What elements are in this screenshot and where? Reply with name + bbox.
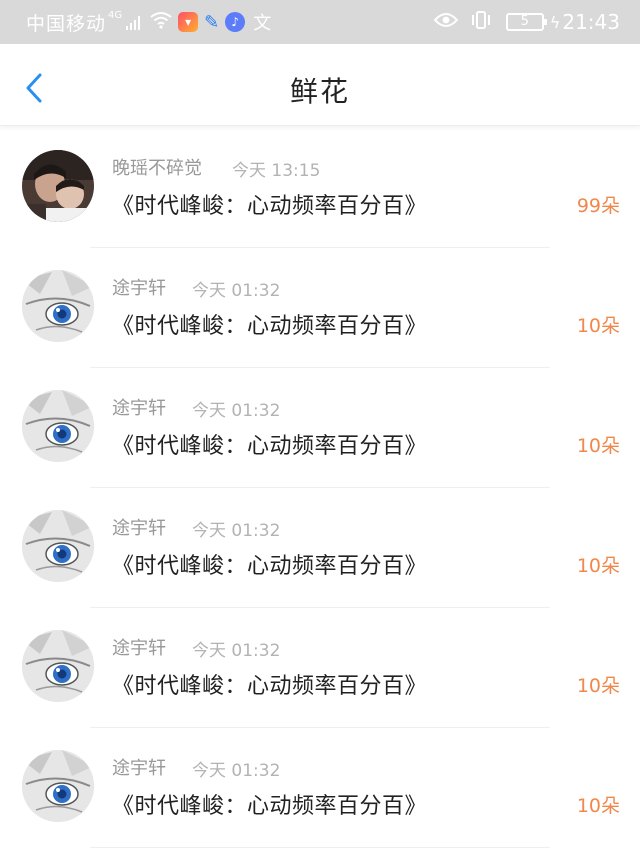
user-name: 途宇轩 — [112, 518, 166, 539]
screen: 中国移动 4G ▾ ✎ ♪ 文 5 ϟ 21:43 鲜花 晚瑶不碎觉 今天 13… — [0, 0, 640, 848]
flower-count: 10朵 — [576, 435, 620, 457]
avatar[interactable] — [22, 750, 94, 822]
flower-count: 99朵 — [576, 195, 620, 217]
status-bar: 中国移动 4G ▾ ✎ ♪ 文 5 ϟ 21:43 — [0, 0, 640, 44]
flower-count: 10朵 — [576, 315, 620, 337]
user-name: 途宇轩 — [112, 398, 166, 419]
timestamp: 今天 01:32 — [192, 521, 281, 541]
list-item[interactable]: 途宇轩 今天 01:32 《时代峰峻：心动频率百分百》 10朵 — [0, 488, 640, 608]
notification-app-icon: ▾ — [178, 12, 199, 32]
music-app-icon: ♪ — [225, 12, 246, 32]
timestamp: 今天 01:32 — [192, 401, 281, 421]
network-type: 4G — [108, 9, 123, 21]
list-item[interactable]: 途宇轩 今天 01:32 《时代峰峻：心动频率百分百》 10朵 — [0, 608, 640, 728]
status-left: 中国移动 4G ▾ ✎ ♪ 文 — [26, 9, 271, 36]
status-time: 21:43 — [562, 10, 620, 34]
book-title: 《时代峰峻：心动频率百分百》 — [112, 194, 428, 219]
carrier-name: 中国移动 — [26, 12, 107, 35]
battery-icon: 5 — [505, 13, 547, 31]
avatar[interactable] — [22, 150, 94, 222]
avatar[interactable] — [22, 390, 94, 462]
user-name: 途宇轩 — [112, 278, 166, 299]
user-name: 晚瑶不碎觉 — [112, 158, 202, 179]
list-item[interactable]: 途宇轩 今天 01:32 《时代峰峻：心动频率百分百》 10朵 — [0, 248, 640, 368]
list-item[interactable]: 晚瑶不碎觉 今天 13:15 《时代峰峻：心动频率百分百》 99朵 — [0, 128, 640, 248]
avatar[interactable] — [22, 270, 94, 342]
book-title: 《时代峰峻：心动频率百分百》 — [112, 554, 428, 579]
ime-icon: 文 — [253, 13, 272, 34]
wifi-icon — [150, 11, 172, 33]
user-name: 途宇轩 — [112, 758, 166, 779]
timestamp: 今天 01:32 — [192, 761, 281, 781]
flower-list: 晚瑶不碎觉 今天 13:15 《时代峰峻：心动频率百分百》 99朵 途宇轩 今天… — [0, 128, 640, 848]
nav-bar: 鲜花 — [0, 44, 640, 126]
list-item[interactable]: 途宇轩 今天 01:32 《时代峰峻：心动频率百分百》 10朵 — [0, 368, 640, 488]
status-right: 5 ϟ 21:43 — [433, 10, 620, 34]
timestamp: 今天 01:32 — [192, 281, 281, 301]
charging-icon: ϟ — [549, 12, 561, 32]
list-item[interactable]: 途宇轩 今天 01:32 《时代峰峻：心动频率百分百》 10朵 — [0, 728, 640, 848]
book-title: 《时代峰峻：心动频率百分百》 — [112, 314, 428, 339]
book-title: 《时代峰峻：心动频率百分百》 — [112, 794, 428, 819]
eye-comfort-icon — [433, 12, 459, 32]
avatar[interactable] — [22, 510, 94, 582]
vibrate-icon — [470, 10, 492, 34]
book-title: 《时代峰峻：心动频率百分百》 — [112, 434, 428, 459]
avatar[interactable] — [22, 630, 94, 702]
flower-count: 10朵 — [576, 675, 620, 697]
page-title: 鲜花 — [289, 75, 350, 108]
book-title: 《时代峰峻：心动频率百分百》 — [112, 674, 428, 699]
timestamp: 今天 01:32 — [192, 641, 281, 661]
feather-app-icon: ✎ — [204, 11, 220, 33]
flower-count: 10朵 — [576, 555, 620, 577]
timestamp: 今天 13:15 — [232, 161, 321, 181]
signal-icon — [124, 14, 141, 30]
user-name: 途宇轩 — [112, 638, 166, 659]
flower-count: 10朵 — [576, 795, 620, 817]
